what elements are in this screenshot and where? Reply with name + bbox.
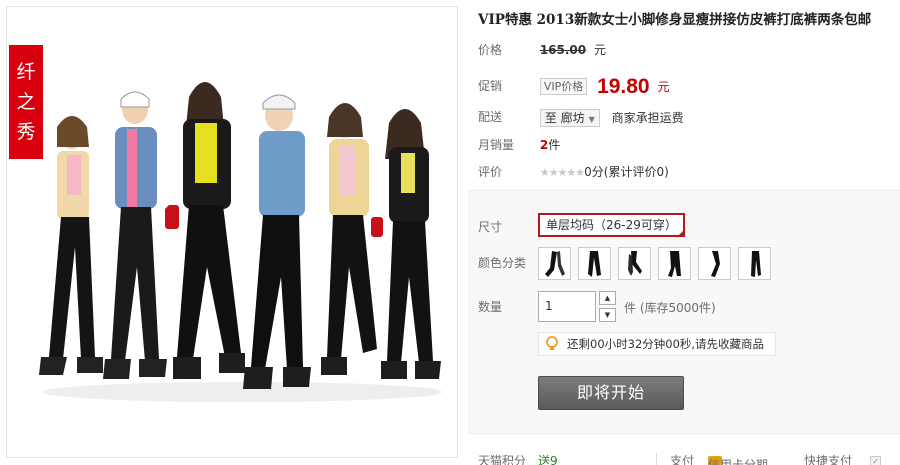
color-swatch[interactable]	[578, 247, 611, 280]
vip-badge: VIP价格	[539, 78, 588, 95]
quantity-input[interactable]: 1	[538, 291, 596, 322]
shipping-label: 配送	[478, 110, 503, 124]
price-row: 价格 165.00 元	[478, 40, 606, 60]
rating-text[interactable]: 0分(累计评价0)	[584, 165, 669, 179]
color-swatch[interactable]	[618, 247, 651, 280]
quantity-row: 数量	[478, 297, 536, 317]
footer-row: 天猫积分 送9 支付 信用卡分期 快捷支付 ✓	[468, 448, 900, 465]
color-label: 颜色分类	[478, 256, 527, 270]
color-swatch[interactable]	[658, 247, 691, 280]
quantity-decrease-button[interactable]: ▼	[599, 308, 616, 322]
product-title: VIP特惠 2013新款女士小脚修身显瘦拼接仿皮裤打底裤两条包邮	[478, 12, 872, 28]
rating-stars-icon: ★★★★★	[539, 166, 585, 179]
color-row: 颜色分类	[478, 253, 536, 273]
product-info: VIP特惠 2013新款女士小脚修身显瘦拼接仿皮裤打底裤两条包邮 价格 165.…	[468, 0, 900, 465]
stock-note: 件 (库存5000件)	[624, 301, 716, 315]
points-value: 送9	[538, 454, 558, 465]
countdown-reminder: 还剩00小时32分钟00秒,请先收藏商品	[538, 332, 776, 356]
color-swatch[interactable]	[738, 247, 771, 280]
quantity-increase-button[interactable]: ▲	[599, 291, 616, 305]
rating-label: 评价	[478, 165, 503, 179]
promo-label: 促销	[478, 79, 503, 93]
color-swatch-list	[538, 247, 771, 280]
shipping-note: 商家承担运费	[611, 110, 684, 125]
credit-installment-label: 信用卡分期	[708, 458, 769, 465]
sales-label: 月销量	[478, 138, 515, 152]
price-currency: 元	[593, 43, 606, 57]
divider	[656, 453, 657, 465]
payment-label: 支付	[670, 454, 695, 465]
sales-unit: 件	[548, 138, 561, 152]
chevron-down-icon: ✓	[870, 456, 881, 465]
shipping-destination: 至 廊坊	[544, 110, 585, 125]
quantity-label: 数量	[478, 300, 503, 314]
models-photo	[27, 67, 457, 407]
product-image[interactable]: 纤 之 秀	[6, 6, 458, 458]
lightbulb-icon	[546, 336, 558, 350]
color-swatch[interactable]	[538, 247, 571, 280]
size-option-selected[interactable]: 单层均码（26-29可穿）	[538, 213, 685, 237]
chevron-down-icon: ▼	[588, 114, 595, 124]
quick-pay[interactable]: 快捷支付	[804, 452, 852, 465]
sales-row: 月销量 2件	[478, 135, 560, 155]
size-row: 尺寸	[478, 217, 536, 237]
rating-row: 评价 ★★★★★0分(累计评价0)	[478, 162, 669, 182]
promo-currency: 元	[657, 79, 670, 94]
purchase-panel: 尺寸 单层均码（26-29可穿） 颜色分类 数量 1 ▲ ▼ 件 (库存5000…	[468, 190, 900, 434]
size-label: 尺寸	[478, 220, 503, 234]
countdown-text: 还剩00小时32分钟00秒,请先收藏商品	[567, 337, 765, 351]
price-label: 价格	[478, 43, 503, 57]
color-swatch[interactable]	[698, 247, 731, 280]
original-price: 165.00	[539, 43, 587, 57]
buy-button[interactable]: 即将开始	[538, 376, 684, 410]
shipping-row: 配送 至 廊坊 ▼ 商家承担运费	[478, 107, 684, 127]
sales-count: 2	[539, 138, 549, 152]
shipping-destination-select[interactable]: 至 廊坊 ▼	[539, 108, 600, 127]
points-label: 天猫积分	[478, 454, 527, 465]
promo-row: 促销 VIP价格 19.80 元	[478, 74, 669, 98]
promo-price: 19.80	[597, 74, 650, 98]
